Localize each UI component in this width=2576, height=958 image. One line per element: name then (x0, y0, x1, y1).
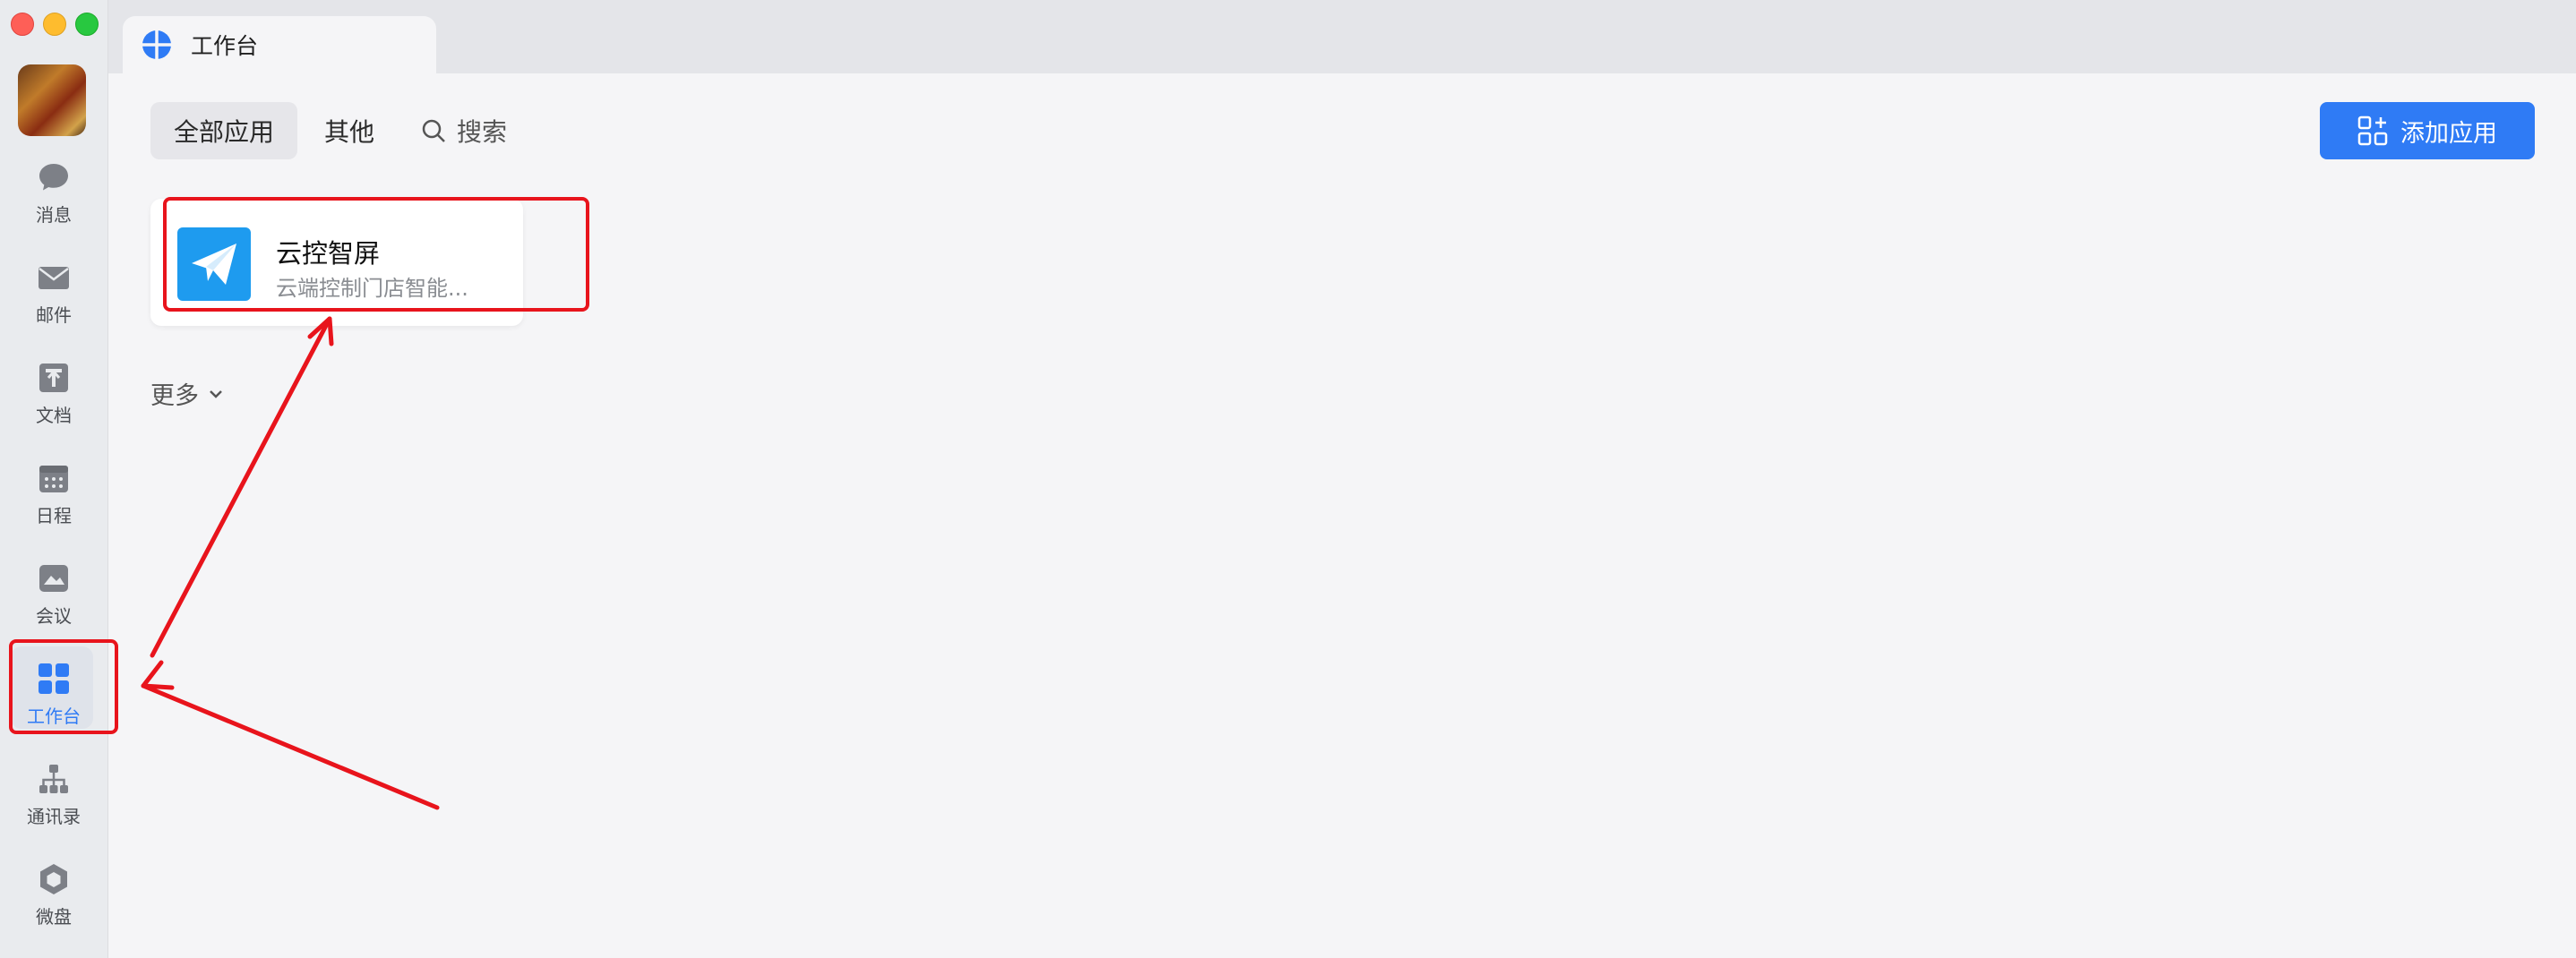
window-zoom-button[interactable] (75, 13, 99, 36)
more-label: 更多 (150, 382, 199, 410)
sidebar-item-docs[interactable]: 文档 (0, 353, 107, 442)
add-app-button[interactable]: 添加应用 (2320, 102, 2535, 159)
annotation-arrow-to-workbench (141, 683, 440, 810)
add-app-label: 添加应用 (2400, 119, 2497, 148)
annotation-arrows (141, 316, 440, 810)
chat-bubble-icon (34, 158, 73, 197)
drive-icon (34, 860, 73, 899)
sidebar-item-label: 邮件 (36, 304, 72, 326)
add-app-icon (2357, 115, 2388, 146)
mail-icon (34, 258, 73, 297)
tab-workbench[interactable]: 工作台 (123, 16, 436, 73)
sidebar-item-messages[interactable]: 消息 (0, 152, 107, 242)
sidebar: 消息 邮件 文档 日程 会议 工作台 通讯录 微盘 (0, 0, 108, 958)
annotation-highlight-box (9, 639, 118, 734)
sidebar-item-label: 微盘 (36, 906, 72, 928)
sidebar-item-meeting[interactable]: 会议 (0, 553, 107, 643)
document-icon (34, 358, 73, 398)
annotation-highlight-box (163, 197, 589, 312)
annotation-arrow-to-app-card (150, 316, 332, 658)
avatar[interactable] (18, 64, 86, 136)
org-chart-icon (34, 759, 73, 799)
tab-bar: 工作台 (108, 0, 2576, 73)
sidebar-item-mail[interactable]: 邮件 (0, 252, 107, 342)
tab-title: 工作台 (191, 33, 259, 59)
window-close-button[interactable] (11, 13, 34, 36)
sidebar-item-contacts[interactable]: 通讯录 (0, 754, 107, 843)
filter-all-apps[interactable]: 全部应用 (150, 102, 297, 159)
search-button[interactable]: 搜索 (421, 102, 507, 159)
sidebar-item-label: 文档 (36, 405, 72, 426)
workbench-logo-icon (141, 29, 173, 61)
sidebar-item-drive[interactable]: 微盘 (0, 854, 107, 944)
sidebar-item-label: 日程 (36, 505, 72, 526)
meeting-icon (34, 559, 73, 598)
calendar-icon (34, 458, 73, 498)
search-icon (422, 119, 445, 142)
sidebar-item-label: 消息 (36, 204, 72, 226)
filter-other[interactable]: 其他 (324, 102, 374, 159)
more-toggle[interactable]: 更多 (150, 376, 226, 411)
window-minimize-button[interactable] (43, 13, 66, 36)
sidebar-item-label: 会议 (36, 605, 72, 627)
search-label: 搜索 (457, 117, 508, 147)
chevron-down-icon (210, 389, 222, 398)
sidebar-item-calendar[interactable]: 日程 (0, 453, 107, 543)
sidebar-item-label: 通讯录 (27, 806, 81, 827)
